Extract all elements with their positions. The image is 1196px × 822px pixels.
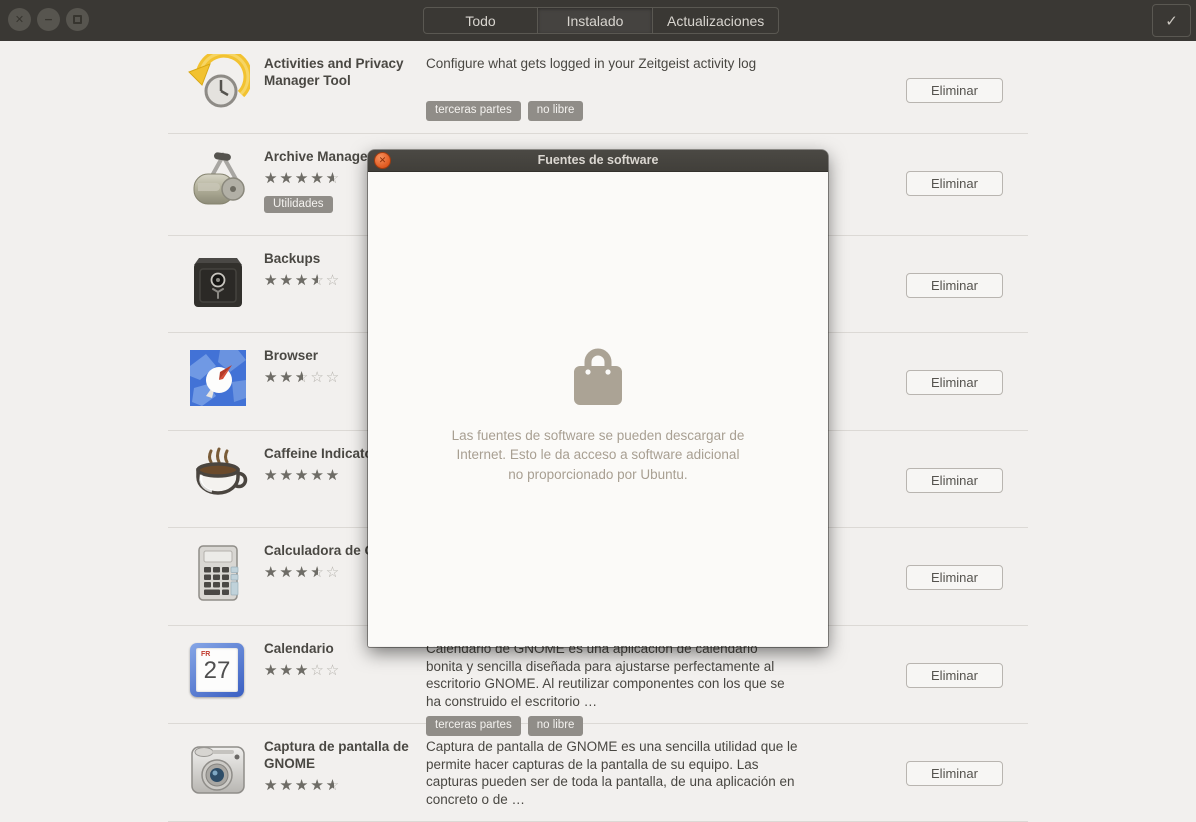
close-icon: ✕ [379, 156, 387, 166]
app-name: Activities and Privacy Manager Tool [264, 56, 416, 90]
web-compass-icon [186, 346, 250, 410]
dialog-title: Fuentes de software [368, 150, 828, 171]
remove-button[interactable]: Eliminar [906, 663, 1003, 688]
select-mode-button[interactable]: ✓ [1152, 4, 1191, 37]
app-description: Calendario de GNOME es una aplicación de… [426, 640, 798, 711]
remove-button[interactable]: Eliminar [906, 468, 1003, 493]
calendar-day-label: 27 [196, 657, 238, 685]
camera-icon [186, 737, 250, 801]
star-rating: ☆☆☆☆☆★★★★★ [264, 778, 341, 793]
star-rating: ☆☆☆☆☆★★★★★ [264, 370, 341, 385]
check-icon: ✓ [1165, 12, 1178, 30]
calendar-icon: FR 27 [186, 639, 250, 703]
list-item-activities-privacy[interactable]: Activities and Privacy Manager Tool Conf… [168, 41, 1028, 134]
shopping-bag-icon [567, 342, 629, 406]
activity-log-clock-icon [186, 54, 250, 118]
star-rating: ☆☆☆☆☆★★★★★ [264, 171, 341, 186]
list-item-captura-pantalla[interactable]: Captura de pantalla de GNOME ☆☆☆☆☆★★★★★ … [168, 724, 1028, 822]
safe-box-icon [186, 249, 250, 313]
coffee-cup-icon [186, 444, 250, 508]
software-sources-dialog: ✕ Fuentes de software Las fuentes de sof… [368, 150, 828, 647]
app-name: Captura de pantalla de GNOME [264, 739, 416, 773]
remove-button[interactable]: Eliminar [906, 565, 1003, 590]
archive-roller-icon [186, 147, 250, 211]
star-rating: ☆☆☆☆☆★★★★★ [264, 663, 341, 678]
calculator-icon [186, 541, 250, 605]
close-window-button[interactable]: ✕ [8, 8, 31, 31]
dialog-message: Las fuentes de software se pueden descar… [450, 426, 746, 484]
star-rating: ☆☆☆☆☆★★★★★ [264, 273, 341, 288]
minimize-window-button[interactable]: − [37, 8, 60, 31]
tag-badge: terceras partes [426, 101, 521, 121]
view-switcher: Todo Instalado Actualizaciones [423, 7, 779, 34]
software-center-window: { "header": { "window_controls": { "clos… [0, 0, 1196, 792]
remove-button[interactable]: Eliminar [906, 78, 1003, 103]
header-bar: ✕ − Todo Instalado Actualizaciones ✓ [0, 0, 1196, 41]
remove-button[interactable]: Eliminar [906, 273, 1003, 298]
close-icon: ✕ [15, 13, 24, 26]
app-description: Captura de pantalla de GNOME es una senc… [426, 738, 798, 809]
star-rating: ☆☆☆☆☆★★★★★ [264, 468, 341, 483]
tag-badge: no libre [528, 101, 584, 121]
app-description: Configure what gets logged in your Zeitg… [426, 55, 798, 73]
maximize-icon [73, 15, 82, 24]
dialog-titlebar[interactable]: ✕ Fuentes de software [368, 150, 828, 172]
remove-button[interactable]: Eliminar [906, 171, 1003, 196]
tab-todo[interactable]: Todo [423, 7, 538, 34]
dialog-body: Las fuentes de software se pueden descar… [368, 172, 828, 646]
tab-instalado[interactable]: Instalado [538, 7, 653, 34]
dialog-close-button[interactable]: ✕ [374, 152, 391, 169]
star-rating: ☆☆☆☆☆★★★★★ [264, 565, 341, 580]
remove-button[interactable]: Eliminar [906, 761, 1003, 786]
remove-button[interactable]: Eliminar [906, 370, 1003, 395]
tab-actualizaciones[interactable]: Actualizaciones [653, 7, 779, 34]
minimize-icon: − [44, 13, 53, 26]
category-badge: Utilidades [264, 196, 333, 213]
window-controls: ✕ − [8, 8, 89, 31]
maximize-window-button[interactable] [66, 8, 89, 31]
